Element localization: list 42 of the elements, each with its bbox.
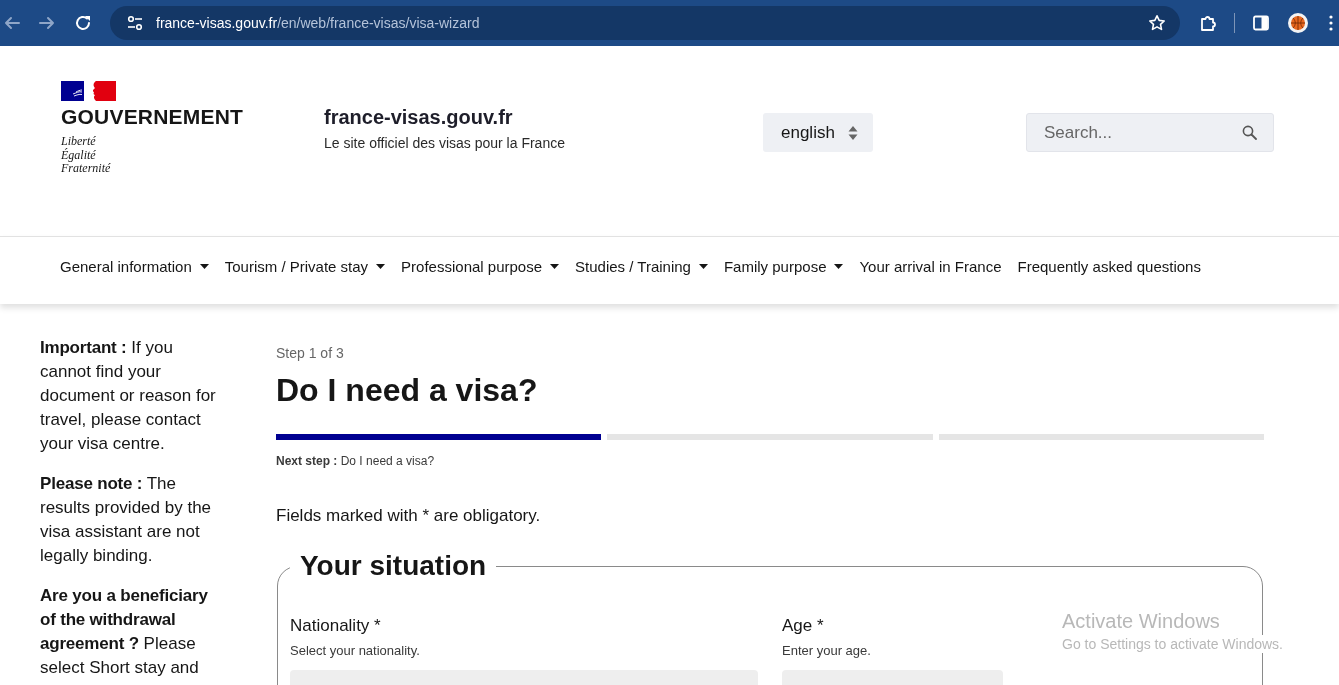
field-label: Age * [782,615,824,637]
info-note: Please note : The results provided by the visa assistant are not legally binding. [40,473,213,567]
activation-notice-title: Activate Windows [1062,609,1220,633]
reload-icon[interactable] [74,14,92,32]
nav-menu-item[interactable]: Frequently asked questions [1017,258,1201,275]
info-note: Important : If you cannot find your document or reason for travel, please contact your visa centre. [40,337,217,455]
up-down-arrows-icon [848,124,858,141]
motto-line: Fraternité [61,162,111,176]
nav-menu-item[interactable]: Tourism / Private stay [224,258,386,275]
nav-menu-item[interactable]: Professional purpose [401,258,560,275]
field-label: Nationality * [290,615,381,637]
required-fields-note: Fields marked with * are obligatory. [276,505,541,527]
government-name: GOUVERNEMENT [61,104,244,130]
nav-menu-item[interactable]: Studies / Training [575,258,708,275]
activation-notice-text: Go to Settings to activate Windows. [1062,635,1283,653]
site-subtitle: Le site officiel des visas pour la France [324,134,565,152]
motto-line: Liberté [61,135,96,148]
nav-menu-item[interactable]: Your arrival in France [859,258,1002,275]
page-title: Do I need a visa? [276,371,538,410]
back-arrow-icon[interactable] [3,14,21,32]
nav-menu-item[interactable]: General information [60,258,209,275]
field-hint: Enter your age. [782,642,871,660]
field-hint: Select your nationality. [290,642,420,660]
step-label: Step 1 of 3 [276,344,344,363]
next-step-text: Next step : Do I need a visa? [276,453,435,469]
search-icon[interactable] [1242,125,1257,140]
address-bar[interactable]: france-visas.gouv.fr/en/web/france-visas/visa-wizard [110,6,1180,40]
puzzle-piece-icon[interactable] [1199,14,1217,32]
nav-menu-item[interactable]: Family purpose [723,258,844,275]
side-panel-icon[interactable] [1252,14,1270,32]
section-title: Your situation [299,549,488,583]
flag-logo-icon[interactable] [61,81,116,101]
site-settings-icon[interactable] [126,14,144,32]
info-note: Are you a beneficiary of the withdrawal agreement ? Please select Short stay and [40,585,209,679]
site-title[interactable]: france-visas.gouv.fr [324,104,513,130]
forward-arrow-icon[interactable] [38,14,56,32]
profile-avatar-icon[interactable] [1288,13,1308,33]
motto-line: Égalité [61,148,96,162]
menu-icon[interactable] [1328,14,1334,32]
language-select[interactable]: english [763,113,873,152]
bookmark-star-icon[interactable] [1148,14,1166,32]
search-field[interactable]: Search... [1026,113,1274,152]
